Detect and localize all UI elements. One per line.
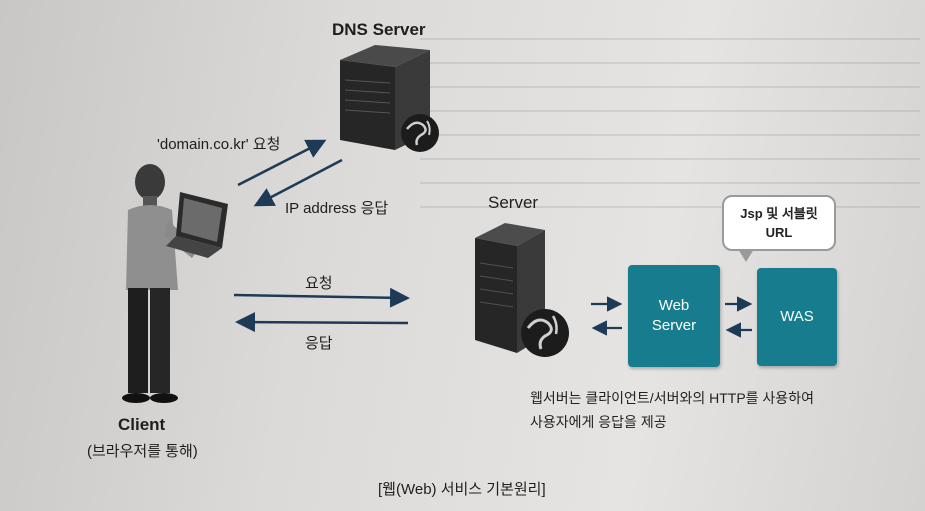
- web-server-label: Web Server: [651, 297, 697, 334]
- client-server-arrows: [233, 287, 410, 333]
- request-arrow: [233, 287, 410, 308]
- figure-caption: [웹(Web) 서비스 기본원리]: [378, 481, 546, 498]
- person-with-laptop-icon: [122, 164, 228, 403]
- ip-response-label: IP address 응답: [285, 200, 389, 217]
- was-label: WAS: [780, 308, 814, 325]
- was-box: WAS: [757, 268, 837, 366]
- dns-server-label: DNS Server: [332, 20, 426, 39]
- domain-request-label: 'domain.co.kr' 요청: [157, 136, 281, 153]
- description-text: 웹서버는 클라이언트/서버와의 HTTP를 사용하여 사용자에게 응답을 제공: [530, 386, 814, 434]
- server-web-arrows: [591, 296, 623, 336]
- server-icon: [475, 223, 569, 357]
- client-label: Client: [118, 415, 166, 434]
- server-label: Server: [488, 193, 539, 212]
- client-sublabel: (브라우저를 통해): [87, 443, 198, 460]
- response-label: 응답: [305, 335, 333, 352]
- jsp-servlet-callout: Jsp 및 서블릿 URL: [722, 195, 836, 262]
- response-arrow: [235, 312, 409, 333]
- globe-icon: [401, 114, 439, 152]
- callout-label: Jsp 및 서블릿 URL: [740, 206, 818, 240]
- globe-icon: [521, 309, 569, 357]
- web-was-arrows: [725, 296, 753, 338]
- web-server-box: Web Server: [628, 265, 720, 367]
- description-line-2: 사용자에게 응답을 제공: [530, 414, 667, 430]
- description-line-1: 웹서버는 클라이언트/서버와의 HTTP를 사용하여: [530, 390, 814, 406]
